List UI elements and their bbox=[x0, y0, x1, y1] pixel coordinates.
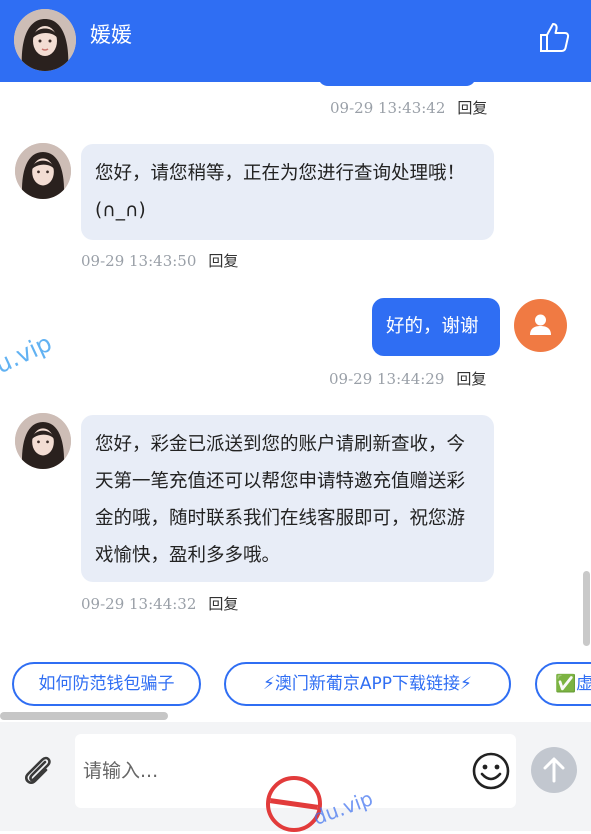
vertical-scrollbar[interactable] bbox=[583, 571, 590, 646]
girl-avatar-icon bbox=[15, 143, 71, 199]
send-button[interactable] bbox=[530, 746, 578, 794]
incoming-message-bubble: 您好，请您稍等，正在为您进行查询处理哦！(∩_∩) bbox=[81, 144, 494, 240]
girl-avatar-icon bbox=[14, 9, 76, 71]
agent-avatar bbox=[15, 143, 71, 199]
person-icon bbox=[530, 314, 551, 335]
outgoing-message-bubble: 好的，谢谢 bbox=[372, 298, 500, 356]
smiley-icon[interactable] bbox=[471, 751, 511, 791]
girl-avatar-icon bbox=[15, 413, 71, 469]
input-placeholder: 请输入... bbox=[83, 760, 159, 782]
quick-reply-chip[interactable]: 如何防范钱包骗子 bbox=[12, 662, 201, 706]
incoming-message-bubble: 您好，彩金已派送到您的账户请刷新查收，今天第一笔充值还可以帮您申请特邀充值赠送彩… bbox=[81, 415, 494, 582]
thumbs-up-icon[interactable] bbox=[537, 20, 571, 54]
message-time: 09-29 13:44:29 bbox=[329, 370, 445, 388]
message-meta: 09-29 13:43:42 回复 bbox=[330, 97, 487, 118]
reply-link[interactable]: 回复 bbox=[208, 595, 238, 613]
paperclip-icon[interactable] bbox=[18, 750, 58, 790]
user-avatar bbox=[514, 299, 567, 352]
chat-header: 媛媛 bbox=[0, 0, 591, 82]
reply-link[interactable]: 回复 bbox=[208, 252, 238, 270]
reply-link[interactable]: 回复 bbox=[457, 99, 487, 117]
message-meta: 09-29 13:44:29 回复 bbox=[329, 368, 486, 389]
quick-reply-chip[interactable]: ✅虚 bbox=[535, 662, 591, 706]
message-time: 09-29 13:43:50 bbox=[81, 252, 197, 270]
reply-link[interactable]: 回复 bbox=[456, 370, 486, 388]
page-title: 媛媛 bbox=[90, 23, 132, 47]
input-bar: 请输入... bbox=[0, 722, 591, 831]
message-meta: 09-29 13:43:50 回复 bbox=[81, 250, 238, 271]
message-time: 09-29 13:44:32 bbox=[81, 595, 197, 613]
message-input[interactable]: 请输入... bbox=[75, 734, 516, 808]
horizontal-scrollbar[interactable] bbox=[0, 712, 168, 720]
quick-reply-chip[interactable]: ⚡澳门新葡京APP下载链接⚡ bbox=[224, 662, 511, 706]
agent-avatar bbox=[15, 413, 71, 469]
watermark-text: u.vip bbox=[0, 328, 57, 380]
message-time: 09-29 13:43:42 bbox=[330, 99, 446, 117]
agent-avatar[interactable] bbox=[14, 9, 76, 71]
message-meta: 09-29 13:44:32 回复 bbox=[81, 593, 238, 614]
